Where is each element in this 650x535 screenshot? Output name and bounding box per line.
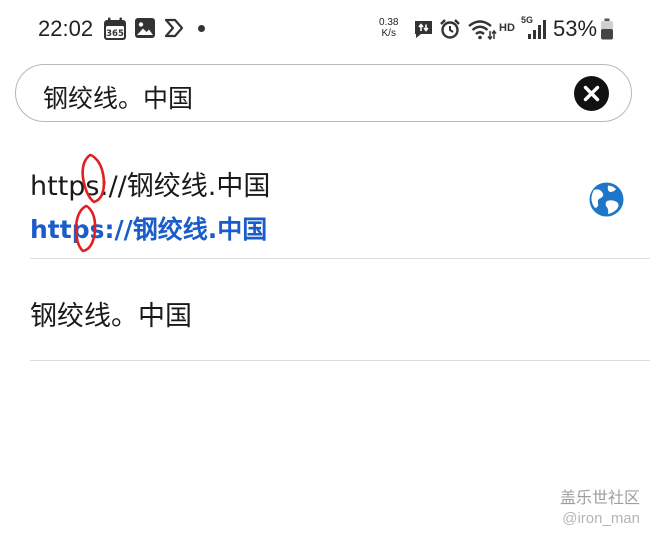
watermark: 盖乐世社区 @iron_man [560,484,640,527]
net-speed-value: 0.38 [379,17,399,28]
hd-indicator: HD [499,22,515,34]
alarm-icon [439,18,461,44]
divider [30,360,650,361]
clear-button[interactable] [574,76,609,111]
watermark-user: @iron_man [562,510,640,527]
globe-icon [588,181,625,218]
more-notifications-dot [198,25,205,32]
calendar-icon: 365 [103,17,127,45]
battery-icon [600,18,614,44]
suggestion-url: https://钢绞线.中国 [30,215,268,244]
net-speed: 0.38 K/s [379,17,398,39]
wifi-icon [467,18,497,44]
suggestion-search-item[interactable]: 钢绞线。中国 [0,258,650,360]
status-bar: 22:02 365 0.38 K/s HD 5G 53% [0,0,650,58]
data-transfer-icon [413,19,434,44]
suggestion-title: 钢绞线。中国 [30,301,192,332]
watermark-site: 盖乐世社区 [559,490,640,507]
calendar-badge: 365 [106,29,124,39]
gallery-icon [134,17,156,43]
suggestion-url-item[interactable]: https://钢绞线.中国 https://钢绞线.中国 [0,140,650,258]
close-icon [583,85,600,102]
signal-icon [527,19,547,44]
status-time: 22:02 [38,16,94,41]
flow-app-icon [163,17,185,43]
suggestion-title: https://钢绞线.中国 [30,171,271,202]
battery-percent: 53% [553,16,598,41]
address-search-bar[interactable]: 钢绞线。中国 [15,64,632,122]
search-input[interactable]: 钢绞线。中国 [43,79,193,115]
net-speed-unit: K/s [381,28,396,39]
